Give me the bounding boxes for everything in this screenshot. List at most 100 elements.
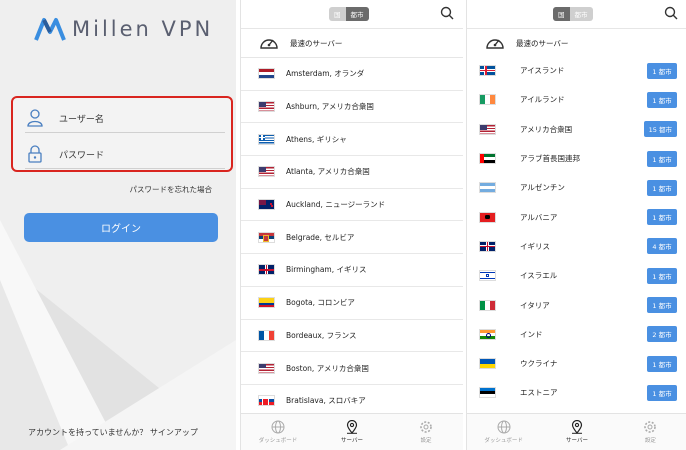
server-name: Bogota, コロンビア [286, 298, 355, 308]
city-count-badge[interactable]: 1 都市 [647, 355, 677, 372]
server-name: Amsterdam, オランダ [286, 69, 365, 79]
country-row[interactable]: アルゼンチン 1 都市 [467, 173, 686, 202]
tab-country[interactable]: 国 [553, 7, 570, 21]
top-bar: 国 都市 [467, 0, 686, 26]
server-row[interactable]: Bogota, コロンビア [241, 287, 463, 320]
flag-us-icon [258, 362, 275, 374]
city-count-badge[interactable]: 1 都市 [647, 91, 677, 108]
country-row[interactable]: イタリア 1 都市 [467, 290, 686, 319]
server-name: Belgrade, セルビア [286, 232, 355, 242]
fastest-server-row[interactable]: 最速のサーバー [241, 28, 463, 58]
country-name: アルバニア [520, 212, 558, 222]
app-name: Millen VPN [72, 17, 214, 41]
signup-link[interactable]: アカウントを持っていませんか？ サインアップ [28, 427, 198, 438]
tab-settings[interactable]: 設定 [614, 414, 686, 450]
country-city-toggle[interactable]: 国 都市 [553, 7, 593, 21]
server-row[interactable]: Amsterdam, オランダ [241, 58, 463, 91]
server-name: Boston, アメリカ合衆国 [286, 363, 369, 373]
tab-settings-label: 設定 [420, 438, 432, 444]
top-bar: 国 都市 [241, 0, 463, 26]
flag-il-icon [479, 270, 496, 282]
city-count-badge[interactable]: 15 都市 [643, 121, 677, 138]
search-icon[interactable] [664, 6, 678, 20]
search-icon[interactable] [440, 6, 454, 20]
tab-settings[interactable]: 設定 [389, 414, 463, 450]
tab-servers-label: サーバー [341, 438, 363, 444]
flag-ar-icon [479, 182, 496, 194]
city-count-badge[interactable]: 4 都市 [647, 238, 677, 255]
flag-gr-icon [258, 133, 275, 145]
fastest-server-row[interactable]: 最速のサーバー [467, 28, 686, 57]
server-row[interactable]: Belgrade, セルビア [241, 221, 463, 255]
country-row[interactable]: ウクライナ 1 都市 [467, 349, 686, 378]
flag-rs-icon [258, 231, 275, 243]
server-row[interactable]: Atlanta, アメリカ合衆国 [241, 156, 463, 189]
country-row[interactable]: アラブ首長国連邦 1 都市 [467, 144, 686, 173]
city-count-badge[interactable]: 1 都市 [647, 297, 677, 314]
country-name: イギリス [520, 241, 550, 251]
country-name: イスラエル [520, 271, 558, 281]
lock-icon [25, 144, 45, 164]
login-screen: Millen VPN ユーザー名 パスワード パスワードを忘れた場合 ログイン … [0, 0, 236, 450]
country-row[interactable]: イギリス 4 都市 [467, 232, 686, 261]
server-name: Atlanta, アメリカ合衆国 [286, 167, 370, 177]
country-row[interactable]: エストニア 1 都市 [467, 378, 686, 407]
tab-dashboard[interactable]: ダッシュボード [241, 414, 315, 450]
flag-it-icon [479, 299, 496, 311]
city-count-badge[interactable]: 1 都市 [647, 267, 677, 284]
city-count-badge[interactable]: 2 都市 [647, 326, 677, 343]
country-row[interactable]: イスラエル 1 都市 [467, 261, 686, 290]
tab-dashboard-label: ダッシュボード [484, 438, 523, 444]
flag-us-icon [258, 101, 275, 113]
flag-co-icon [258, 297, 275, 309]
tab-city[interactable]: 都市 [345, 7, 369, 21]
speedometer-icon [260, 39, 278, 49]
country-row[interactable]: アメリカ合衆国 15 都市 [467, 115, 686, 144]
country-name: インド [520, 329, 543, 339]
location-pin-icon [346, 420, 358, 434]
city-count-badge[interactable]: 1 都市 [647, 150, 677, 167]
server-name: Bordeaux, フランス [286, 330, 357, 340]
country-row[interactable]: アルバニア 1 都市 [467, 202, 686, 231]
country-row[interactable]: アイスランド 1 都市 [467, 56, 686, 85]
server-row[interactable]: Boston, アメリカ合衆国 [241, 352, 463, 385]
city-count-badge[interactable]: 1 都市 [647, 209, 677, 226]
country-city-toggle[interactable]: 国 都市 [329, 7, 369, 21]
bottom-tab-bar: ダッシュボード サーバー 設定 [241, 413, 463, 450]
server-row[interactable]: Auckland, ニュージーランド [241, 189, 463, 222]
city-count-badge[interactable]: 1 都市 [647, 384, 677, 401]
user-icon [25, 108, 45, 128]
flag-us-icon [479, 123, 496, 135]
flag-is-icon [479, 65, 496, 77]
server-name: Auckland, ニュージーランド [286, 200, 386, 210]
bottom-tab-bar: ダッシュボード サーバー 設定 [467, 413, 686, 450]
flag-ae-icon [479, 153, 496, 165]
tab-dashboard[interactable]: ダッシュボード [467, 414, 540, 450]
tab-city[interactable]: 都市 [570, 7, 593, 21]
country-name: アイルランド [520, 95, 565, 105]
country-name: アルゼンチン [520, 183, 565, 193]
gear-icon [644, 421, 657, 433]
server-row[interactable]: Birmingham, イギリス [241, 254, 463, 287]
country-list: アイスランド 1 都市 アイルランド 1 都市 アメリカ合衆国 15 都市 アラブ首長国連邦… [467, 56, 686, 408]
city-count-badge[interactable]: 1 都市 [647, 179, 677, 196]
flag-in-icon [479, 328, 496, 340]
username-field[interactable]: ユーザー名 [25, 104, 225, 133]
flag-ua-icon [479, 358, 496, 370]
tab-settings-label: 設定 [644, 438, 656, 444]
flag-al-icon [479, 211, 496, 223]
server-row[interactable]: Athens, ギリシャ [241, 123, 463, 157]
login-button[interactable]: ログイン [24, 213, 218, 242]
country-row[interactable]: アイルランド 1 都市 [467, 85, 686, 114]
tab-country[interactable]: 国 [329, 7, 346, 21]
tab-servers[interactable]: サーバー [315, 414, 389, 450]
server-row[interactable]: Ashburn, アメリカ合衆国 [241, 91, 463, 124]
country-row[interactable]: インド 2 都市 [467, 320, 686, 349]
password-field[interactable]: パスワード [25, 140, 225, 169]
tab-servers[interactable]: サーバー [540, 414, 613, 450]
city-count-badge[interactable]: 1 都市 [647, 62, 677, 79]
forgot-password-link[interactable]: パスワードを忘れた場合 [130, 184, 213, 195]
tab-dashboard-label: ダッシュボード [258, 438, 298, 444]
server-list-country-screen: 国 都市 最速のサーバー アイスランド 1 都市 アイルランド 1 都市 アメリカ合衆国… [466, 0, 686, 450]
server-row[interactable]: Bordeaux, フランス [241, 320, 463, 353]
